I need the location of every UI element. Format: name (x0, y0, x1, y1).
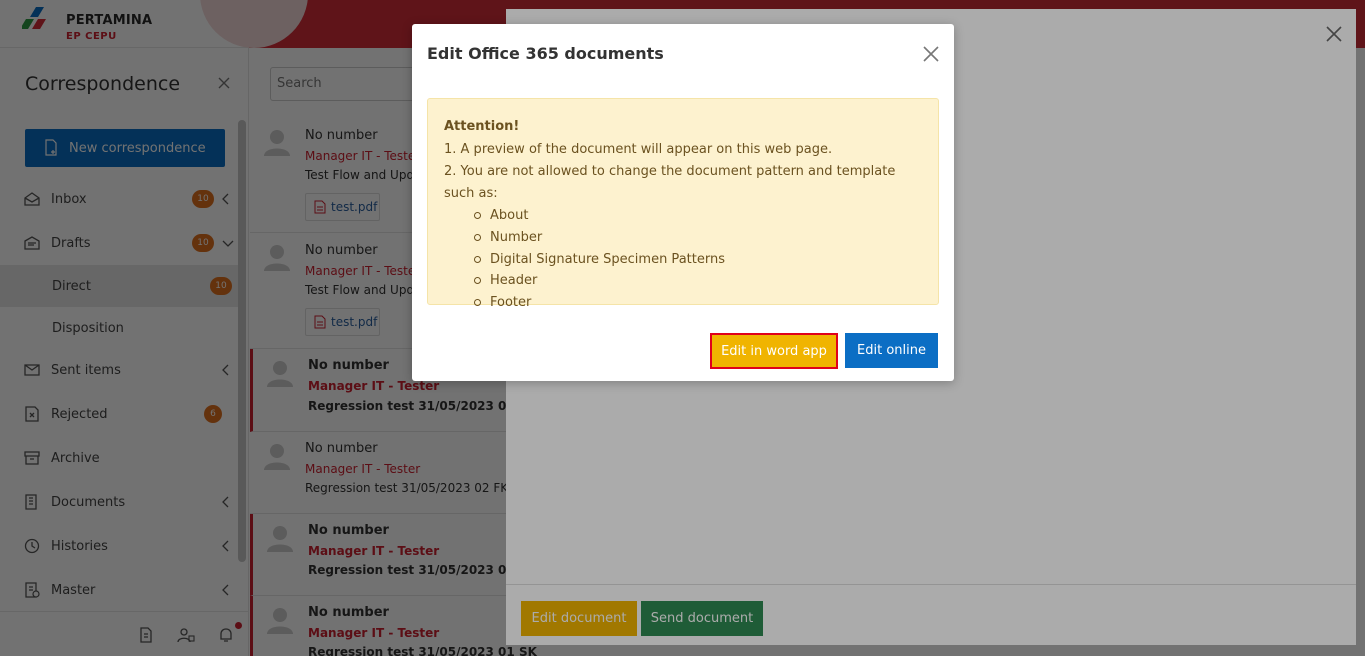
restricted-item: About (474, 205, 922, 227)
notice-line-2: 2. You are not allowed to change the doc… (444, 164, 896, 201)
notice-line-1: 1. A preview of the document will appear… (444, 142, 833, 157)
close-modal-icon[interactable] (922, 45, 940, 63)
attention-notice: Attention! 1. A preview of the document … (427, 98, 939, 310)
restricted-item: Header (474, 270, 922, 292)
restricted-items-list: About Number Digital Signature Specimen … (444, 205, 922, 314)
edit-online-button[interactable]: Edit online (845, 333, 938, 368)
restricted-item: Digital Signature Specimen Patterns (474, 249, 922, 271)
edit-office-modal: Edit Office 365 documents Attention! 1. … (412, 24, 954, 381)
restricted-item: Footer (474, 292, 922, 314)
attention-heading: Attention! (444, 119, 520, 134)
modal-title: Edit Office 365 documents (427, 44, 664, 63)
restricted-item: Number (474, 227, 922, 249)
edit-in-word-app-button[interactable]: Edit in word app (710, 333, 838, 369)
